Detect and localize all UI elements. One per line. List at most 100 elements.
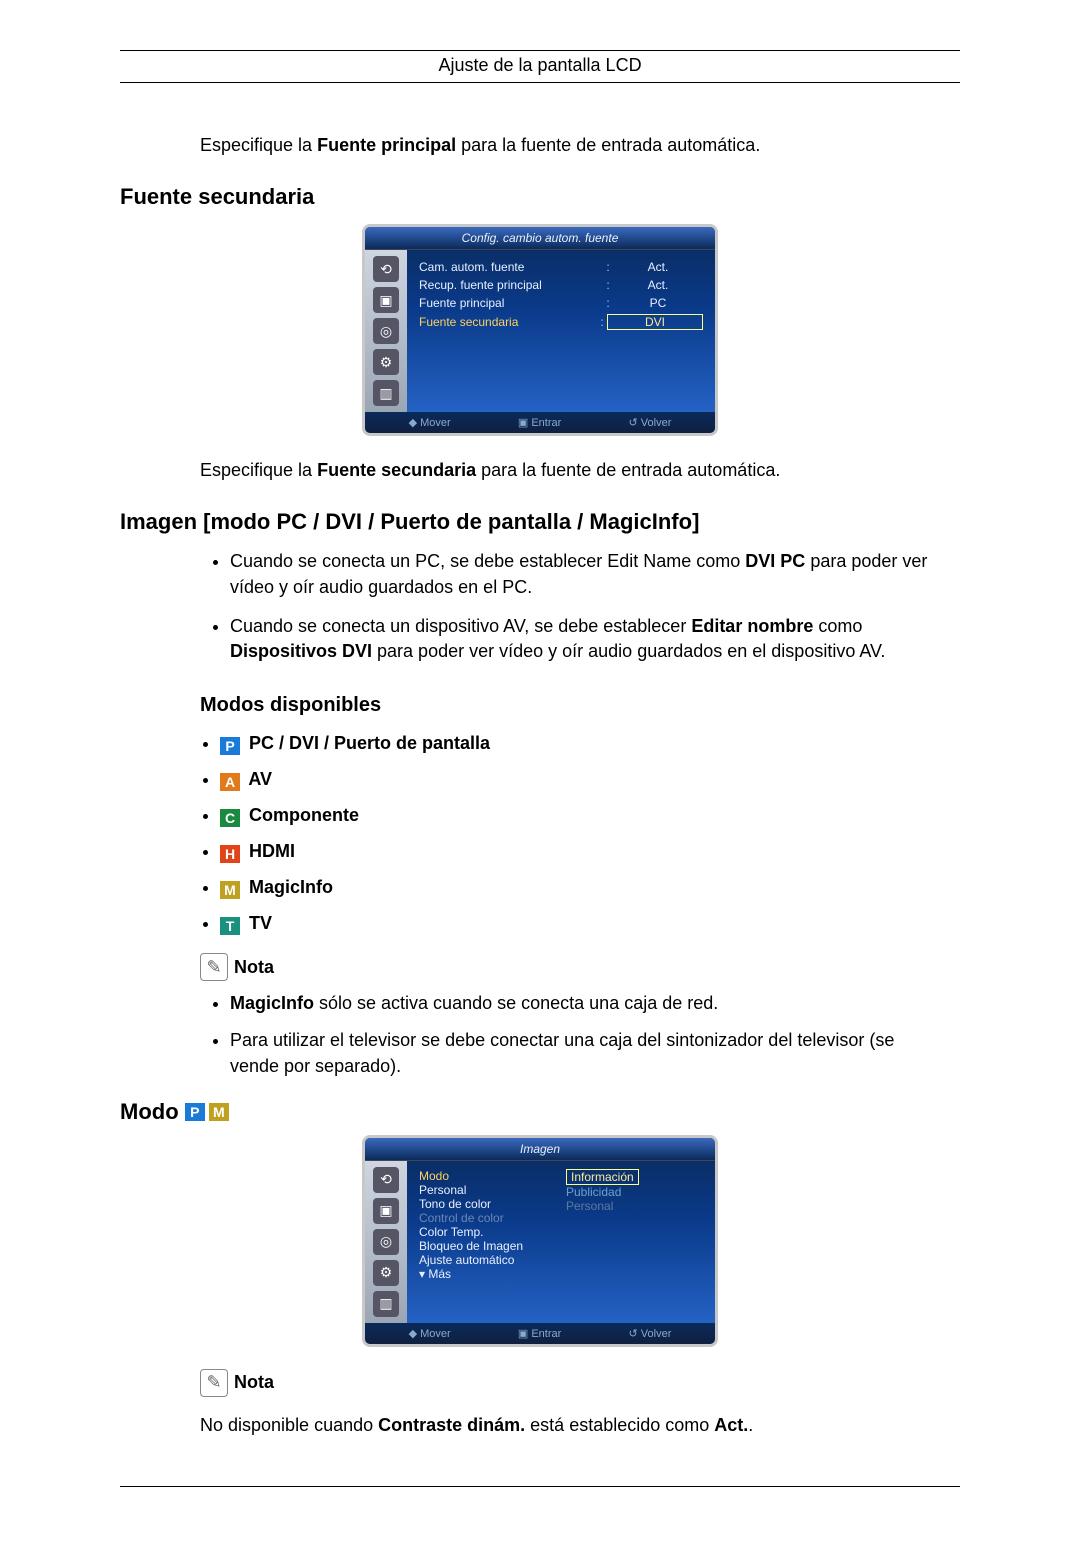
section-fuente-secundaria: Fuente secundaria [120,184,960,210]
osd-item: Personal [419,1183,556,1197]
text: Para utilizar el televisor se debe conec… [230,1030,894,1075]
text: para la fuente de entrada automática. [456,135,760,155]
osd-row-value: PC [613,296,703,310]
text: sólo se activa cuando se conecta una caj… [314,993,718,1013]
note-bullets-1: MagicInfo sólo se activa cuando se conec… [230,991,960,1079]
bold-text: Editar nombre [691,616,813,636]
osd-title: Config. cambio autom. fuente [365,227,715,250]
bold-text: DVI PC [745,551,805,571]
bottom-rule [120,1486,960,1487]
osd-title: Imagen [365,1138,715,1161]
note-heading-1: ✎ Nota [200,953,960,981]
osd-icon: ▣ [373,1198,399,1224]
osd-footer-enter: ▣ Entrar [518,416,561,429]
bullets-imagen: Cuando se conecta un PC, se debe estable… [230,549,960,664]
badge-m-icon: M [220,881,240,899]
osd-row-label: Recup. fuente principal [419,278,603,292]
osd-footer: ◆ Mover ▣ Entrar ↺ Volver [365,1323,715,1344]
text: No disponible cuando [200,1415,378,1435]
note-heading-2: ✎ Nota [200,1369,960,1397]
text: Especifique la [200,460,317,480]
bold-text: MagicInfo [230,993,314,1013]
mode-pc: P PC / DVI / Puerto de pantalla [220,733,960,755]
osd-icon: ⟲ [373,256,399,282]
osd-row-value: Act. [613,260,703,274]
note-label: Nota [234,1372,274,1393]
badge-h-icon: H [220,845,240,863]
text: como [813,616,862,636]
badge-p-icon: P [220,737,240,755]
section-imagen: Imagen [modo PC / DVI / Puerto de pantal… [120,509,960,535]
osd-row: Fuente principal : PC [419,294,703,312]
top-rule [120,50,960,51]
osd-value: Publicidad [566,1185,703,1199]
note-icon: ✎ [200,953,228,981]
badge-c-icon: C [220,809,240,827]
osd-footer-back: ↺ Volver [629,416,672,429]
osd-item-selected: Modo [419,1169,556,1183]
osd-footer-back: ↺ Volver [629,1327,672,1340]
osd-content: Modo Personal Tono de color Control de c… [407,1161,715,1323]
text: Cuando se conecta un dispositivo AV, se … [230,616,691,636]
text: para poder ver vídeo y oír audio guardad… [372,641,885,661]
osd-row-value: DVI [607,314,703,330]
mode-av: A AV [220,769,960,791]
osd-row-label: Fuente secundaria [419,315,597,329]
mode-list: P PC / DVI / Puerto de pantalla A AV C C… [220,733,960,935]
bold-text: Contraste dinám. [378,1415,525,1435]
osd-value-selected: Información [566,1169,639,1185]
osd-icon: ◎ [373,318,399,344]
osd-screenshot-2: Imagen ⟲ ▣ ◎ ⚙ ▥ Modo Personal Tono de c… [362,1135,718,1347]
osd-icon: ⚙ [373,1260,399,1286]
osd-row-selected: Fuente secundaria : DVI [419,312,703,332]
badge-m-icon: M [209,1103,229,1121]
list-item: Cuando se conecta un PC, se debe estable… [230,549,940,599]
text: para la fuente de entrada automática. [476,460,780,480]
osd-item-dim: Control de color [419,1211,556,1225]
badge-t-icon: T [220,917,240,935]
list-item: MagicInfo sólo se activa cuando se conec… [230,991,940,1016]
osd-item-more: ▾ Más [419,1267,556,1281]
osd-icon: ▥ [373,1291,399,1317]
osd-content: Cam. autom. fuente : Act. Recup. fuente … [407,250,715,412]
section-modo: Modo PM [120,1099,960,1125]
osd-icon: ◎ [373,1229,399,1255]
list-item: Cuando se conecta un dispositivo AV, se … [230,614,940,664]
osd-footer: ◆ Mover ▣ Entrar ↺ Volver [365,412,715,433]
osd-icon: ▥ [373,380,399,406]
osd-row: Recup. fuente principal : Act. [419,276,703,294]
osd-sidebar-icons: ⟲ ▣ ◎ ⚙ ▥ [365,1161,407,1323]
intro-paragraph-1: Especifique la Fuente principal para la … [200,133,960,158]
subsection-modos: Modos disponibles [200,694,960,717]
osd-row-label: Fuente principal [419,296,603,310]
mode-componente: C Componente [220,805,960,827]
osd-icon: ⟲ [373,1167,399,1193]
mode-tv: T TV [220,913,960,935]
text: Cuando se conecta un PC, se debe estable… [230,551,745,571]
badge-a-icon: A [220,773,240,791]
note-icon: ✎ [200,1369,228,1397]
osd-item: Color Temp. [419,1225,556,1239]
osd-value: Personal [566,1199,703,1213]
osd-item: Tono de color [419,1197,556,1211]
text: . [748,1415,753,1435]
bold-text: Fuente principal [317,135,456,155]
note-label: Nota [234,957,274,978]
osd-sidebar-icons: ⟲ ▣ ◎ ⚙ ▥ [365,250,407,412]
osd-item: Bloqueo de Imagen [419,1239,556,1253]
bold-text: Act. [714,1415,748,1435]
osd-footer-enter: ▣ Entrar [518,1327,561,1340]
osd-row: Cam. autom. fuente : Act. [419,258,703,276]
osd-body: ⟲ ▣ ◎ ⚙ ▥ Modo Personal Tono de color Co… [365,1161,715,1323]
list-item: Para utilizar el televisor se debe conec… [230,1028,940,1078]
intro-paragraph-2: Especifique la Fuente secundaria para la… [200,458,960,483]
osd-icon: ▣ [373,287,399,313]
text: está establecido como [525,1415,714,1435]
text: Especifique la [200,135,317,155]
osd-body: ⟲ ▣ ◎ ⚙ ▥ Cam. autom. fuente : Act. Recu… [365,250,715,412]
osd-footer-move: ◆ Mover [409,416,451,429]
badge-p-icon: P [185,1103,205,1121]
final-note: No disponible cuando Contraste dinám. es… [200,1415,960,1436]
osd-row-label: Cam. autom. fuente [419,260,603,274]
document-page: Ajuste de la pantalla LCD Especifique la… [0,0,1080,1547]
